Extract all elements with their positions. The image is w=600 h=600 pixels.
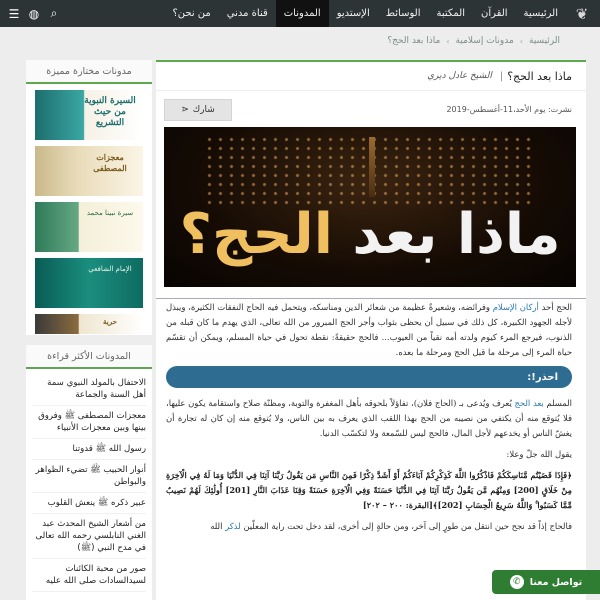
featured-thumb-text: السيرة النبوية من حيث التشريع [84, 96, 136, 128]
list-item[interactable]: أنوار الحبيب ﷺ تضيء الظواهر والبواطن [32, 460, 146, 493]
link-pillars-of-islam[interactable]: أركان الإسلام [493, 302, 539, 312]
post-title: ماذا بعد الحج؟ [507, 69, 572, 83]
featured-thumb-text: حرية [103, 317, 117, 326]
featured-thumb[interactable]: معجزات المصطفى [35, 146, 143, 196]
featured-thumb[interactable]: حرية [35, 314, 143, 334]
list-item[interactable]: صور من محبة الكائنات لسيدالسادات صلى الل… [32, 559, 146, 592]
featured-thumb-text: الإمام الشافعي [88, 265, 132, 273]
paragraph-3: يقول الله جلّ وعلا: [506, 449, 573, 459]
nav-icons: ☰ ◍ ⌕ [4, 0, 64, 27]
published-date: نشرت: يوم الأحد،11-أغسطس-2019 [446, 105, 572, 114]
link-dhikr[interactable]: لذكر [225, 521, 241, 531]
site-logo-icon[interactable]: ❦ [570, 2, 594, 26]
content-divider [156, 298, 586, 299]
most-read-title: المدونات الأكثر قراءة [26, 345, 152, 369]
post-meta: نشرت: يوم الأحد،11-أغسطس-2019 شارك ⋖ [156, 90, 586, 130]
paragraph-1: الحج أحد أركان الإسلام وفرائضه، وشعيرةٌ … [166, 300, 572, 360]
list-item[interactable]: معجزات المصطفى ﷺ وفروق بينها وبين معجزات… [32, 406, 146, 439]
post-author[interactable]: الشيخ عادل ديري [427, 71, 492, 81]
nav-library[interactable]: المكتبة [428, 0, 473, 27]
nav-home[interactable]: الرئيسية [516, 0, 566, 27]
breadcrumb-separator-icon: › [519, 36, 523, 46]
article-body: الحج أحد أركان الإسلام وفرائضه، وشعيرةٌ … [166, 300, 572, 540]
list-item[interactable]: عبير ذكره ﷺ ينعش القلوب [32, 493, 146, 514]
list-item[interactable]: الاحتفال بالمولد النبوي سمة أهل السنة وا… [32, 373, 146, 406]
breadcrumb-separator-icon: › [446, 36, 450, 46]
share-icon: ⋖ [181, 105, 189, 115]
nav-blogs[interactable]: المدونات [275, 0, 329, 27]
featured-blogs-title: مدونات مختارة مميزة [26, 60, 152, 84]
featured-thumb[interactable]: سيرة نبينا محمد [35, 202, 143, 252]
hero-caption-b: الحج؟ [179, 202, 333, 267]
whatsapp-icon: ✆ [509, 575, 524, 589]
featured-thumb-text: معجزات المصطفى [93, 152, 127, 173]
article-panel: ماذا بعد الحج؟ | الشيخ عادل ديري نشرت: ي… [156, 60, 586, 600]
link-after-hajj[interactable]: بعد الحج [515, 398, 544, 408]
main-menu: الرئيسية القرآن المكتبة الوسائط الإستديو… [164, 0, 566, 27]
contact-us-button[interactable]: تواصل معنا ✆ [492, 570, 600, 594]
featured-thumb-text: سيرة نبينا محمد [86, 209, 134, 217]
share-button[interactable]: شارك ⋖ [164, 99, 232, 121]
featured-thumb[interactable]: السيرة النبوية من حيث التشريع [35, 90, 143, 140]
featured-blogs-widget: مدونات مختارة مميزة السيرة النبوية من حي… [26, 60, 152, 335]
share-label: شارك [192, 105, 215, 115]
menu-icon[interactable]: ☰ [4, 7, 24, 21]
p4-text-a: فالحاج إذاً قد نجح حين انتقل من طورٍ إلى… [243, 521, 572, 531]
nav-quran[interactable]: القرآن [473, 0, 516, 27]
top-navbar: ❦ الرئيسية القرآن المكتبة الوسائط الإستد… [0, 0, 600, 27]
breadcrumb-islamic-blogs[interactable]: مدونات إسلامية [456, 36, 514, 46]
p4-text-b: الله [210, 521, 226, 531]
nav-about[interactable]: من نحن؟ [164, 0, 218, 27]
callout-label: احذر!: [527, 371, 558, 383]
hero-image: ماذا بعد الحج؟ [164, 127, 576, 287]
globe-icon[interactable]: ◍ [24, 7, 44, 21]
p2-text-a: المسلم [546, 398, 572, 408]
contact-label: تواصل معنا [529, 576, 583, 588]
p1-text-a: الحج أحد [541, 302, 572, 312]
breadcrumb-home[interactable]: الرئيسية [529, 36, 560, 46]
hero-clock-tower [369, 137, 375, 197]
nav-media[interactable]: الوسائط [378, 0, 429, 27]
hero-caption: ماذا بعد الحج؟ [164, 205, 576, 265]
nav-madani-channel[interactable]: قناة مدني [219, 0, 276, 27]
p2-text-b: يُعرف ويُدعى بـ (الحاج فلان)، تفاؤلاً بل… [166, 398, 572, 438]
breadcrumb-current: ماذا بعد الحج؟ [387, 36, 441, 46]
title-separator: | [499, 70, 504, 82]
featured-thumb[interactable]: الإمام الشافعي [35, 258, 143, 308]
callout-warning: احذر!: [166, 366, 572, 388]
post-title-row: ماذا بعد الحج؟ | الشيخ عادل ديري [156, 62, 586, 90]
nav-studio[interactable]: الإستديو [329, 0, 378, 27]
most-read-widget: المدونات الأكثر قراءة الاحتفال بالمولد ا… [26, 345, 152, 600]
list-item[interactable]: رسول الله ﷺ قدوتنا [32, 439, 146, 460]
search-icon[interactable]: ⌕ [44, 6, 64, 21]
list-item[interactable]: من أشعار الشيخ المحدث عبد الغني النابلسي… [32, 514, 146, 559]
paragraph-4: فالحاج إذاً قد نجح حين انتقل من طورٍ إلى… [166, 519, 572, 534]
hero-caption-a: ماذا بعد [352, 202, 561, 267]
quran-verse: ﴿فَإِذَا قَضَيْتُم مَّنَاسِكَكُمْ فَاذْك… [166, 470, 572, 510]
most-read-list: الاحتفال بالمولد النبوي سمة أهل السنة وا… [26, 369, 152, 592]
paragraph-2: المسلم بعد الحج يُعرف ويُدعى بـ (الحاج ف… [166, 396, 572, 441]
breadcrumb: الرئيسية › مدونات إسلامية › ماذا بعد الح… [387, 36, 560, 46]
